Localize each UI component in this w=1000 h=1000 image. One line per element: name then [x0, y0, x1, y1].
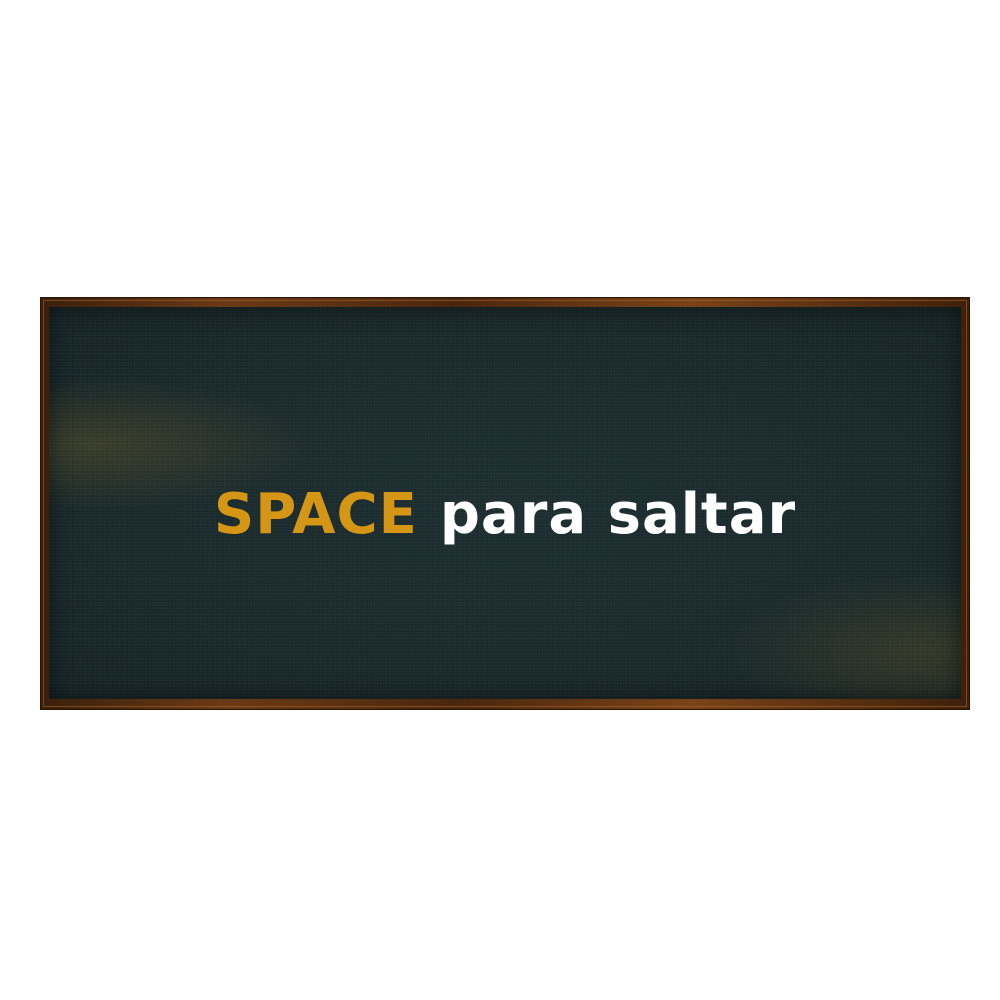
jump-instruction: SPACE para saltar	[49, 482, 961, 547]
jump-action-text: para saltar	[439, 482, 797, 547]
game-screen: SPACE para saltar	[0, 0, 1000, 1000]
chalkboard-frame: SPACE para saltar	[40, 297, 970, 710]
space-key-label: SPACE	[213, 482, 418, 547]
chalkboard-surface: SPACE para saltar	[49, 307, 961, 699]
